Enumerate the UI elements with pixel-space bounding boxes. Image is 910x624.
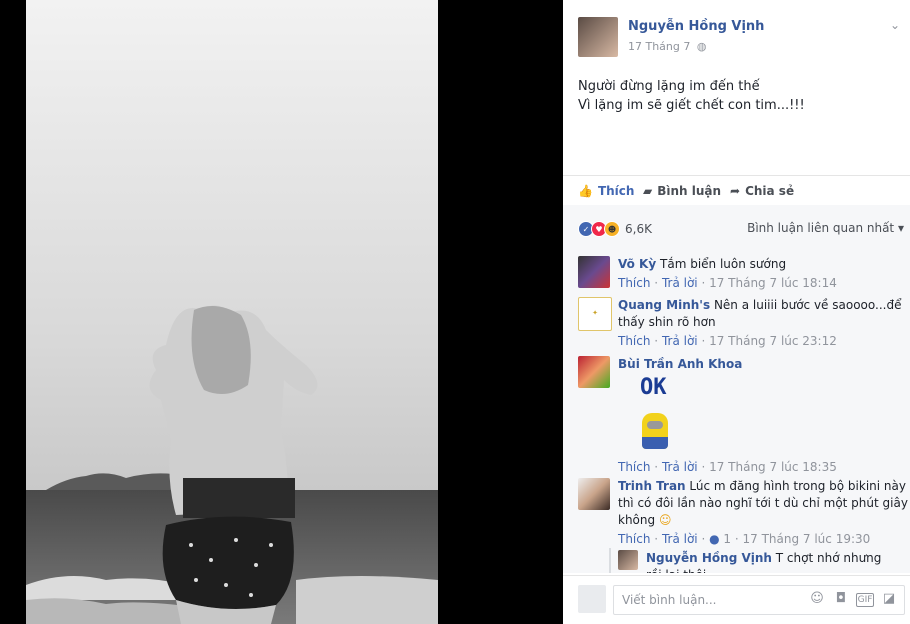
- reply-author[interactable]: Nguyễn Hồng Vịnh: [646, 551, 772, 565]
- comment-meta: Thích · Trả lời · 17 Tháng 7 lúc 18:14: [618, 276, 837, 290]
- photo-image: [26, 0, 438, 624]
- comment-text: Tắm biển luôn sướng: [660, 257, 787, 271]
- post-date: 17 Tháng 7 ◍: [628, 40, 706, 53]
- reply-body: Nguyễn Hồng Vịnh T chợt nhớ nhưng rồi lạ…: [646, 550, 896, 573]
- comment-like-link[interactable]: Thích: [618, 276, 650, 290]
- post-date-text[interactable]: 17 Tháng 7: [628, 40, 690, 53]
- sticker: OK: [618, 373, 908, 457]
- comment-author[interactable]: Võ Kỳ: [618, 257, 656, 271]
- comment-time[interactable]: 17 Tháng 7 lúc 18:14: [709, 276, 837, 290]
- share-button[interactable]: ➦ Chia sẻ: [730, 184, 794, 198]
- haha-reaction-icon: ☻: [604, 221, 620, 237]
- comment-reply-link[interactable]: Trả lời: [662, 532, 698, 546]
- comment-like-link[interactable]: Thích: [618, 460, 650, 474]
- comment-item: Trinh Tran Lúc m đăng hình trong bộ biki…: [578, 478, 908, 548]
- comment-like-count[interactable]: 1: [723, 532, 731, 546]
- speech-bubble-icon: ▰: [643, 184, 653, 198]
- comment-reply-link[interactable]: Trả lời: [662, 334, 698, 348]
- like-button[interactable]: 👍 Thích: [578, 184, 634, 198]
- chevron-down-icon[interactable]: ⌄: [890, 18, 900, 32]
- post-panel: Nguyễn Hồng Vịnh 17 Tháng 7 ◍ ⌄ Người đừ…: [563, 0, 910, 624]
- comment-body: Trinh Tran Lúc m đăng hình trong bộ biki…: [618, 478, 908, 548]
- reply-item: Nguyễn Hồng Vịnh T chợt nhớ nhưng rồi lạ…: [618, 550, 898, 573]
- post-text-line1: Người đừng lặng im đến thế: [578, 79, 760, 94]
- photo-viewer: [0, 0, 563, 624]
- like-label: Thích: [597, 184, 635, 198]
- comment-author[interactable]: Quang Minh's: [618, 298, 710, 312]
- beach-photo[interactable]: [26, 0, 438, 624]
- viewer-avatar: [578, 585, 606, 613]
- emoji-icon[interactable]: ☺: [808, 591, 826, 609]
- comment-composer: Viết bình luận... ☺ ◘ GIF ◪: [563, 575, 910, 624]
- commenter-avatar[interactable]: [578, 356, 610, 388]
- comment-meta: Thích · Trả lời · 17 Tháng 7 lúc 18:35: [618, 460, 837, 474]
- post-text: Người đừng lặng im đến thế Vì lặng im sẽ…: [578, 77, 805, 115]
- reply-thread-line: [609, 548, 611, 573]
- share-label: Chia sẻ: [745, 184, 795, 198]
- comment-item: ✦ Quang Minh's Nên a luiiii bước về saoo…: [578, 297, 901, 353]
- reaction-summary[interactable]: ✓ ♥ ☻ 6,6K: [578, 221, 652, 237]
- sticker-text: OK: [640, 375, 667, 400]
- post-text-line2: Vì lặng im sẽ giết chết con tim...!!!: [578, 98, 805, 113]
- comment-meta: Thích · Trả lời · 17 Tháng 7 lúc 23:12: [618, 334, 837, 348]
- comment-input[interactable]: Viết bình luận... ☺ ◘ GIF ◪: [613, 585, 905, 615]
- comment-input-placeholder: Viết bình luận...: [622, 593, 717, 607]
- comment-button[interactable]: ▰ Bình luận: [643, 184, 721, 198]
- reply-avatar[interactable]: [618, 550, 638, 570]
- commenter-avatar[interactable]: ✦: [578, 297, 612, 331]
- gif-icon[interactable]: GIF: [856, 593, 874, 607]
- reaction-count: 6,6K: [625, 222, 652, 236]
- comment-like-link[interactable]: Thích: [618, 334, 650, 348]
- smiley-emoji-icon: ☺: [658, 513, 672, 527]
- logo-icon: ✦: [592, 309, 598, 317]
- comment-like-link[interactable]: Thích: [618, 532, 650, 546]
- comment-meta: Thích · Trả lời · ● 1 · 17 Tháng 7 lúc 1…: [618, 532, 871, 546]
- sticker-icon[interactable]: ◪: [880, 591, 898, 609]
- comment-item: Võ Kỳ Tắm biển luôn sướng Thích · Trả lờ…: [578, 256, 898, 294]
- thumbs-up-icon: ●: [709, 532, 720, 546]
- comment-sort-dropdown[interactable]: Bình luận liên quan nhất ▾: [747, 221, 904, 235]
- author-avatar[interactable]: [578, 17, 618, 57]
- comment-time[interactable]: 17 Tháng 7 lúc 19:30: [742, 532, 870, 546]
- comment-reply-link[interactable]: Trả lời: [662, 460, 698, 474]
- thumbs-up-icon: 👍: [578, 184, 593, 198]
- post-actions: 👍 Thích ▰ Bình luận ➦ Chia sẻ: [563, 176, 910, 204]
- comment-body: Quang Minh's Nên a luiiii bước về saoooo…: [618, 297, 908, 350]
- comment-time[interactable]: 17 Tháng 7 lúc 18:35: [709, 460, 837, 474]
- commenter-avatar[interactable]: [578, 256, 610, 288]
- comment-time[interactable]: 17 Tháng 7 lúc 23:12: [709, 334, 837, 348]
- composer-icons: ☺ ◘ GIF ◪: [808, 591, 898, 609]
- camera-icon[interactable]: ◘: [832, 591, 850, 609]
- comment-item: Bùi Trần Anh Khoa OK Thích · Trả lời · 1…: [578, 356, 898, 474]
- comment-author[interactable]: Bùi Trần Anh Khoa: [618, 357, 742, 371]
- comment-label: Bình luận: [657, 184, 722, 198]
- sort-label: Bình luận liên quan nhất: [747, 221, 895, 235]
- comments-section: ✓ ♥ ☻ 6,6K Bình luận liên quan nhất ▾ Võ…: [563, 205, 910, 573]
- minion-sticker-icon: [642, 413, 668, 449]
- globe-icon: ◍: [696, 40, 707, 53]
- comment-reply-link[interactable]: Trả lời: [662, 276, 698, 290]
- commenter-avatar[interactable]: [578, 478, 610, 510]
- caret-down-icon: ▾: [897, 221, 904, 235]
- post-header: Nguyễn Hồng Vịnh 17 Tháng 7 ◍ ⌄: [563, 0, 910, 70]
- comment-body: Bùi Trần Anh Khoa OK Thích · Trả lời · 1…: [618, 356, 908, 476]
- comment-author[interactable]: Trinh Tran: [618, 479, 686, 493]
- comment-body: Võ Kỳ Tắm biển luôn sướng Thích · Trả lờ…: [618, 256, 908, 292]
- post-author[interactable]: Nguyễn Hồng Vịnh: [628, 19, 764, 34]
- share-arrow-icon: ➦: [730, 184, 741, 198]
